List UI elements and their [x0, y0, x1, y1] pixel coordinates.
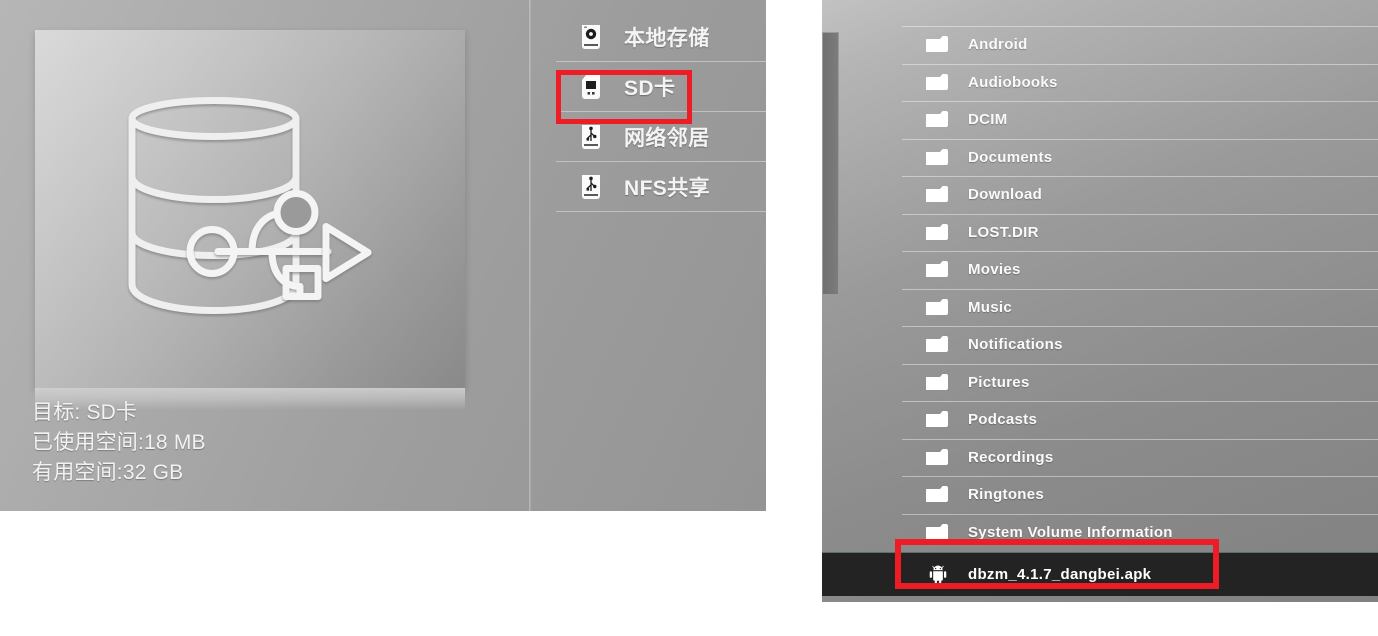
file-name: LOST.DIR [968, 223, 1039, 241]
file-name: Pictures [968, 373, 1030, 391]
list-item[interactable]: Audiobooks [902, 63, 1378, 102]
row-separator [902, 63, 1378, 65]
row-separator [902, 176, 1378, 177]
file-name: Documents [968, 148, 1053, 166]
row-separator [902, 513, 1378, 515]
file-name: Audiobooks [968, 73, 1058, 91]
row-separator [902, 326, 1378, 327]
list-item[interactable]: Documents [902, 138, 1378, 177]
folder-icon [926, 298, 948, 315]
folder-icon [926, 411, 948, 428]
folder-icon [926, 523, 948, 540]
menu-item-label: NFS共享 [624, 177, 710, 200]
file-name: Ringtones [968, 486, 1045, 504]
file-name: Music [968, 298, 1013, 316]
row-separator [902, 288, 1378, 290]
list-item[interactable]: Movies [902, 251, 1378, 289]
folder-icon [926, 148, 948, 165]
menu-separator [556, 211, 766, 212]
row-separator [902, 401, 1378, 402]
hard-disk-icon [582, 25, 600, 49]
row-separator [902, 138, 1378, 140]
storage-target-line: 目标: SD卡 [32, 401, 138, 424]
file-list: Android Audiobooks DCIM Documents Downlo… [822, 26, 1378, 596]
list-item[interactable]: LOST.DIR [902, 213, 1378, 252]
row-separator [902, 251, 1378, 252]
folder-icon [926, 336, 948, 353]
menu-item-nfs-share[interactable]: NFS共享 [556, 162, 766, 212]
usb-nfs-icon [582, 175, 600, 199]
folder-icon [926, 373, 948, 390]
storage-used-line: 已使用空间:18 MB [32, 431, 206, 454]
android-robot-icon [929, 565, 947, 584]
panel-divider [529, 0, 531, 511]
file-name: Notifications [968, 336, 1063, 354]
file-name: System Volume Information [968, 523, 1173, 541]
row-separator [902, 438, 1378, 440]
folder-icon [926, 36, 948, 53]
folder-icon [926, 223, 948, 240]
list-item[interactable]: Notifications [902, 326, 1378, 364]
file-name: dbzm_4.1.7_dangbei.apk [968, 566, 1152, 583]
folder-icon [926, 448, 948, 465]
row-separator [902, 213, 1378, 215]
menu-item-network-neighborhood[interactable]: 网络邻居 [556, 112, 766, 162]
menu-item-label: SD卡 [624, 77, 676, 100]
file-name: Movies [968, 261, 1021, 279]
storage-menu: 本地存储 SD卡 网络邻居 NFS共享 [556, 12, 766, 212]
list-item[interactable]: DCIM [902, 101, 1378, 139]
list-item[interactable]: Podcasts [902, 401, 1378, 439]
menu-item-local-storage[interactable]: 本地存储 [556, 12, 766, 62]
storage-preview-image [35, 30, 465, 388]
file-name: Download [968, 186, 1043, 204]
file-name: Recordings [968, 448, 1054, 466]
row-separator [902, 101, 1378, 102]
row-separator [902, 26, 1378, 27]
folder-icon [926, 486, 948, 503]
list-item-selected-apk[interactable]: dbzm_4.1.7_dangbei.apk [822, 552, 1378, 596]
storage-selection-panel: 目标: SD卡 已使用空间:18 MB 有用空间:32 GB 本地存储 SD卡 … [0, 0, 766, 511]
file-name: Podcasts [968, 411, 1038, 429]
menu-item-label: 网络邻居 [624, 127, 710, 150]
list-item[interactable]: System Volume Information [902, 513, 1378, 552]
folder-icon [926, 186, 948, 203]
list-item[interactable]: Android [902, 26, 1378, 64]
list-item[interactable]: Pictures [902, 363, 1378, 402]
menu-item-label: 本地存储 [624, 27, 710, 50]
usb-network-icon [582, 125, 600, 149]
folder-icon [926, 261, 948, 278]
storage-free-line: 有用空间:32 GB [32, 461, 184, 484]
file-name: DCIM [968, 111, 1008, 129]
list-item[interactable]: Music [902, 288, 1378, 327]
row-separator [902, 476, 1378, 477]
row-separator [902, 363, 1378, 365]
folder-icon [926, 111, 948, 128]
menu-item-sd-card[interactable]: SD卡 [556, 62, 766, 112]
folder-icon [926, 73, 948, 90]
file-browser-panel: Android Audiobooks DCIM Documents Downlo… [822, 0, 1378, 602]
file-name: Android [968, 36, 1028, 54]
usb-storage-database-icon [128, 97, 372, 314]
list-item[interactable]: Ringtones [902, 476, 1378, 514]
storage-info-block: 目标: SD卡 已使用空间:18 MB 有用空间:32 GB [32, 398, 502, 488]
file-list-scrollbar[interactable] [822, 32, 839, 295]
list-item[interactable]: Recordings [902, 438, 1378, 477]
sd-card-icon [582, 75, 600, 99]
list-item[interactable]: Download [902, 176, 1378, 214]
